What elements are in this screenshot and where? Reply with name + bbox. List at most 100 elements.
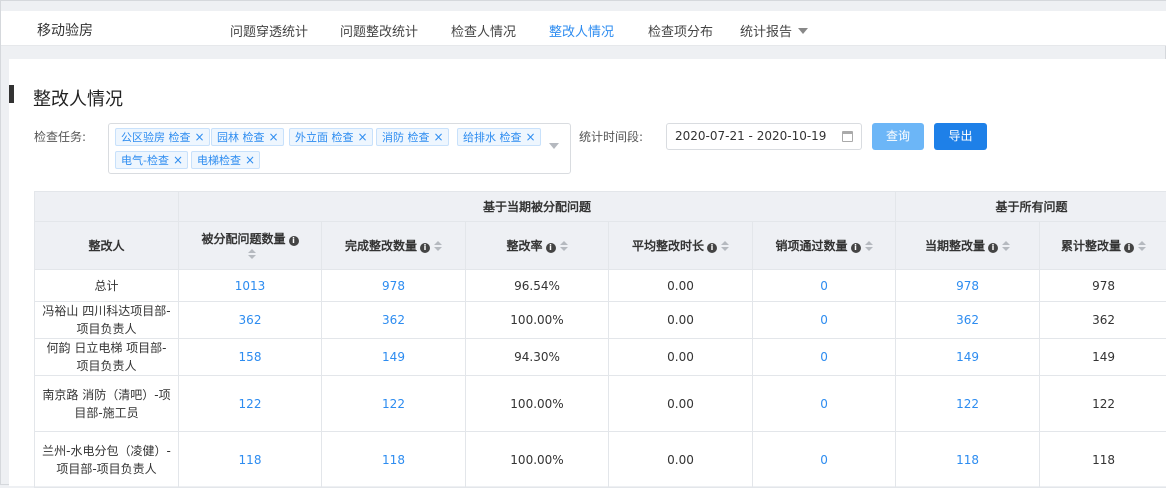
date-range-value: 2020-07-21 - 2020-10-19 <box>675 129 826 143</box>
nav-tab-report[interactable]: 统计报告 <box>740 21 808 40</box>
sort-icon[interactable] <box>248 249 256 259</box>
cell-total: 978 <box>1040 270 1166 302</box>
table-row-total: 总计 1013 978 96.54% 0.00 0 978 978 <box>35 270 1166 302</box>
info-icon[interactable]: i <box>1124 243 1134 253</box>
cell-name: 总计 <box>35 270 179 302</box>
sort-icon[interactable] <box>1002 241 1010 251</box>
cell-avg-time: 0.00 <box>609 376 753 432</box>
cell-passed-link[interactable]: 0 <box>753 432 896 488</box>
nav-tab-issue-penetration[interactable]: 问题穿透统计 <box>230 21 308 40</box>
info-icon[interactable]: i <box>707 243 717 253</box>
cell-name: 冯裕山 四川科达项目部-项目负责人 <box>35 302 179 339</box>
close-icon[interactable]: × <box>434 130 444 144</box>
cell-completed-link[interactable]: 978 <box>322 270 466 302</box>
app-frame: 移动验房 问题穿透统计 问题整改统计 检查人情况 整改人情况 检查项分布 统计报… <box>0 0 1166 485</box>
cell-rate: 100.00% <box>466 432 609 488</box>
col-header-completed[interactable]: 完成整改数量i <box>322 222 466 270</box>
task-tag: 公区验房 检查× <box>115 128 210 146</box>
cell-passed-link[interactable]: 0 <box>753 270 896 302</box>
period-label: 统计时间段: <box>579 128 643 145</box>
table-row: 冯裕山 四川科达项目部-项目负责人 362 362 100.00% 0.00 0… <box>35 302 1166 339</box>
nav-tab-rectifier[interactable]: 整改人情况 <box>549 21 614 40</box>
info-icon[interactable]: i <box>420 243 430 253</box>
cell-total: 118 <box>1040 432 1166 488</box>
cell-current-link[interactable]: 149 <box>896 339 1040 376</box>
cell-passed-link[interactable]: 0 <box>753 376 896 432</box>
col-header-rectifier: 整改人 <box>35 222 179 270</box>
export-button[interactable]: 导出 <box>934 123 987 150</box>
cell-assigned-link[interactable]: 122 <box>179 376 322 432</box>
table-row: 兰州-水电分包（凌健）-项目部-项目负责人 118 118 100.00% 0.… <box>35 432 1166 488</box>
close-icon[interactable]: × <box>195 130 205 144</box>
task-filter-label: 检查任务: <box>34 128 86 145</box>
cell-name: 兰州-水电分包（凌健）-项目部-项目负责人 <box>35 432 179 488</box>
cell-passed-link[interactable]: 0 <box>753 339 896 376</box>
cell-passed-link[interactable]: 0 <box>753 302 896 339</box>
table-row: 南京路 消防（清吧）-项目部-施工员 122 122 100.00% 0.00 … <box>35 376 1166 432</box>
date-range-input[interactable]: 2020-07-21 - 2020-10-19 <box>666 123 862 150</box>
info-icon[interactable]: i <box>988 243 998 253</box>
cell-total: 362 <box>1040 302 1166 339</box>
close-icon[interactable]: × <box>269 130 279 144</box>
col-header-current[interactable]: 当期整改量i <box>896 222 1040 270</box>
task-tag: 园林 检查× <box>211 128 284 146</box>
task-tag: 给排水 检查× <box>457 128 541 146</box>
brand-title: 移动验房 <box>37 20 93 40</box>
cell-completed-link[interactable]: 362 <box>322 302 466 339</box>
close-icon[interactable]: × <box>173 153 183 167</box>
cell-completed-link[interactable]: 149 <box>322 339 466 376</box>
calendar-icon[interactable] <box>842 131 853 142</box>
cell-current-link[interactable]: 118 <box>896 432 1040 488</box>
cell-assigned-link[interactable]: 158 <box>179 339 322 376</box>
cell-avg-time: 0.00 <box>609 339 753 376</box>
info-icon[interactable]: i <box>851 243 861 253</box>
col-header-total[interactable]: 累计整改量i <box>1040 222 1166 270</box>
info-icon[interactable]: i <box>546 243 556 253</box>
nav-report-label: 统计报告 <box>740 25 792 40</box>
cell-rate: 100.00% <box>466 376 609 432</box>
nav-tab-inspector[interactable]: 检查人情况 <box>451 21 516 40</box>
page-title: 整改人情况 <box>33 85 123 111</box>
title-accent-bar <box>9 85 14 103</box>
cell-completed-link[interactable]: 118 <box>322 432 466 488</box>
cell-total: 122 <box>1040 376 1166 432</box>
col-header-passed[interactable]: 销项通过数量i <box>753 222 896 270</box>
cell-rate: 96.54% <box>466 270 609 302</box>
header-group-current: 基于当期被分配问题 <box>179 192 896 222</box>
header-empty <box>35 192 179 222</box>
sort-icon[interactable] <box>434 241 442 251</box>
header-group-all: 基于所有问题 <box>896 192 1166 222</box>
info-icon[interactable]: i <box>289 236 299 246</box>
cell-assigned-link[interactable]: 118 <box>179 432 322 488</box>
col-header-assigned[interactable]: 被分配问题数量i <box>179 222 322 270</box>
cell-assigned-link[interactable]: 362 <box>179 302 322 339</box>
close-icon[interactable]: × <box>245 153 255 167</box>
top-strip <box>1 1 1166 11</box>
col-header-rate[interactable]: 整改率i <box>466 222 609 270</box>
chevron-down-icon[interactable] <box>549 143 559 149</box>
table-row: 何韵 日立电梯 项目部-项目负责人 158 149 94.30% 0.00 0 … <box>35 339 1166 376</box>
cell-current-link[interactable]: 362 <box>896 302 1040 339</box>
task-tag: 消防 检查× <box>376 128 449 146</box>
sort-icon[interactable] <box>865 241 873 251</box>
sort-icon[interactable] <box>721 241 729 251</box>
nav-tab-item-distribution[interactable]: 检查项分布 <box>648 21 713 40</box>
cell-rate: 100.00% <box>466 302 609 339</box>
sort-icon[interactable] <box>1138 241 1146 251</box>
close-icon[interactable]: × <box>526 130 536 144</box>
cell-assigned-link[interactable]: 1013 <box>179 270 322 302</box>
cell-current-link[interactable]: 978 <box>896 270 1040 302</box>
nav-tab-issue-rectify[interactable]: 问题整改统计 <box>340 21 418 40</box>
sort-icon[interactable] <box>560 241 568 251</box>
cell-completed-link[interactable]: 122 <box>322 376 466 432</box>
close-icon[interactable]: × <box>358 130 368 144</box>
chevron-down-icon <box>798 28 808 34</box>
cell-name: 南京路 消防（清吧）-项目部-施工员 <box>35 376 179 432</box>
cell-name: 何韵 日立电梯 项目部-项目负责人 <box>35 339 179 376</box>
rectifier-table: 基于当期被分配问题 基于所有问题 整改人 被分配问题数量i 完成整改数量i 整改… <box>34 191 1166 488</box>
cell-avg-time: 0.00 <box>609 302 753 339</box>
col-header-avg-time[interactable]: 平均整改时长i <box>609 222 753 270</box>
cell-current-link[interactable]: 122 <box>896 376 1040 432</box>
task-multiselect[interactable]: 公区验房 检查× 园林 检查× 外立面 检查× 消防 检查× 给排水 检查× 电… <box>108 123 571 174</box>
query-button[interactable]: 查询 <box>872 123 924 150</box>
